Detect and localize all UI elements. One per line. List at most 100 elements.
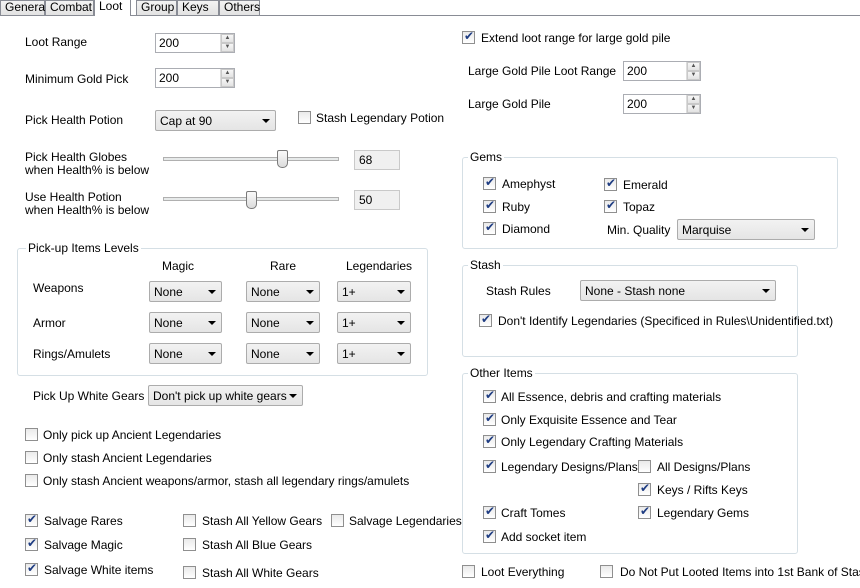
no-first-bank-checkbox[interactable] [600,565,613,578]
rings-magic-select[interactable]: None [149,343,222,364]
other-items-title: Other Items [468,366,535,380]
spin-up-icon[interactable]: ▲ [687,95,700,104]
pick-health-potion-select[interactable]: Cap at 90 [155,110,276,131]
stash-rules-select[interactable]: None - Stash none [580,280,776,301]
large-gold-pile-spinner[interactable]: 200 ▲ ▼ [623,94,701,114]
ancient-stash-checkbox[interactable] [25,451,38,464]
gem-ruby-checkbox[interactable]: ✔ [483,198,496,213]
select-value: 1+ [342,347,356,361]
weapons-legendaries-select[interactable]: 1+ [337,281,411,302]
tab-keys[interactable]: Keys [177,0,219,15]
stash-yellow-checkbox[interactable] [183,514,196,527]
check-icon: ✔ [485,388,496,402]
legendary-crafting-checkbox[interactable]: ✔ [483,433,496,448]
health-potion-slider-thumb[interactable] [245,191,257,209]
add-socket-checkbox[interactable]: ✔ [483,528,496,543]
gem-amephyst-checkbox[interactable]: ✔ [483,175,496,190]
spin-down-icon[interactable]: ▼ [221,78,234,87]
check-icon: ✔ [27,561,38,575]
health-globes-value-box: 68 [354,150,400,170]
health-globes-slider-thumb[interactable] [277,150,289,168]
salvage-magic-checkbox[interactable]: ✔ [25,536,38,551]
tab-combat[interactable]: Combat [45,0,94,15]
spin-down-icon[interactable]: ▼ [687,71,700,80]
check-icon: ✔ [481,312,492,326]
min-gold-pick-spinner[interactable]: 200 ▲ ▼ [155,68,235,88]
legendary-gems-checkbox[interactable]: ✔ [638,504,651,519]
legendary-designs-checkbox[interactable]: ✔ [483,458,496,473]
spin-down-icon[interactable]: ▼ [687,104,700,113]
legendary-crafting-label: Only Legendary Crafting Materials [501,435,684,449]
health-potion-value: 50 [359,193,373,207]
gem-emerald-checkbox[interactable]: ✔ [604,176,617,191]
ancient-pickup-checkbox[interactable] [25,428,38,441]
no-first-bank-label: Do Not Put Looted Items into 1st Bank of… [620,565,860,579]
spin-up-icon[interactable]: ▲ [221,69,234,78]
ancient-weapons-checkbox[interactable] [25,474,38,487]
select-value: 1+ [342,285,356,299]
chevron-down-icon [397,352,405,356]
header-rare: Rare [270,259,297,273]
loot-everything-label: Loot Everything [481,565,565,579]
dont-identify-checkbox[interactable]: ✔ [479,312,492,327]
large-gold-range-value: 200 [627,64,648,78]
weapons-rare-select[interactable]: None [246,281,320,302]
spin-down-icon[interactable]: ▼ [221,43,234,52]
large-gold-range-spinner[interactable]: 200 ▲ ▼ [623,61,701,81]
weapons-magic-select[interactable]: None [149,281,222,302]
legendary-designs-label: Legendary Designs/Plans [501,460,638,474]
armor-legendaries-select[interactable]: 1+ [337,312,411,333]
salvage-white-checkbox[interactable]: ✔ [25,561,38,576]
salvage-legendaries-checkbox[interactable] [331,514,344,527]
select-value: None [154,285,183,299]
craft-tomes-label: Craft Tomes [501,506,566,520]
stash-blue-label: Stash All Blue Gears [202,538,313,552]
tab-others[interactable]: Others [219,0,260,15]
chevron-down-icon [306,352,314,356]
pick-health-potion-label: Pick Health Potion [25,113,124,127]
row-armor-label: Armor [33,316,66,330]
legendary-gems-label: Legendary Gems [657,506,750,520]
health-globes-slider-track[interactable] [163,157,339,161]
gem-topaz-checkbox[interactable]: ✔ [604,198,617,213]
check-icon: ✔ [464,29,475,43]
tab-group[interactable]: Group [136,0,177,15]
all-essence-checkbox[interactable]: ✔ [483,388,496,403]
gem-diamond-checkbox[interactable]: ✔ [483,220,496,235]
white-gears-value: Don't pick up white gears [153,389,287,403]
stash-blue-checkbox[interactable] [183,538,196,551]
pick-health-potion-value: Cap at 90 [160,114,213,128]
chevron-down-icon [208,352,216,356]
stash-yellow-label: Stash All Yellow Gears [202,514,323,528]
health-globes-value: 68 [359,153,373,167]
tab-loot[interactable]: Loot [94,0,131,16]
stash-title: Stash [468,258,503,272]
spin-up-icon[interactable]: ▲ [687,62,700,71]
stash-legendary-potion-checkbox[interactable] [298,111,311,124]
header-legendaries: Legendaries [346,259,413,273]
tab-general[interactable]: General [0,0,48,15]
armor-magic-select[interactable]: None [149,312,222,333]
loot-range-spinner[interactable]: 200 ▲ ▼ [155,33,235,53]
salvage-white-label: Salvage White items [44,563,154,577]
salvage-rares-checkbox[interactable]: ✔ [25,512,38,527]
exquisite-essence-checkbox[interactable]: ✔ [483,411,496,426]
row-rings-label: Rings/Amulets [33,347,111,361]
craft-tomes-checkbox[interactable]: ✔ [483,504,496,519]
rings-rare-select[interactable]: None [246,343,320,364]
spin-up-icon[interactable]: ▲ [221,34,234,43]
white-gears-select[interactable]: Don't pick up white gears [148,385,303,406]
chevron-down-icon [397,290,405,294]
keys-rifts-checkbox[interactable]: ✔ [638,481,651,496]
ancient-weapons-label: Only stash Ancient weapons/armor, stash … [43,474,410,488]
gem-topaz-label: Topaz [623,200,656,214]
loot-everything-checkbox[interactable] [462,565,475,578]
min-quality-select[interactable]: Marquise [677,219,815,240]
all-designs-label: All Designs/Plans [657,460,751,474]
stash-white-checkbox[interactable] [183,566,196,579]
armor-rare-select[interactable]: None [246,312,320,333]
extend-loot-range-checkbox[interactable]: ✔ [462,29,475,44]
rings-legendaries-select[interactable]: 1+ [337,343,411,364]
all-designs-checkbox[interactable] [638,460,651,473]
min-gold-pick-label: Minimum Gold Pick [25,72,129,86]
